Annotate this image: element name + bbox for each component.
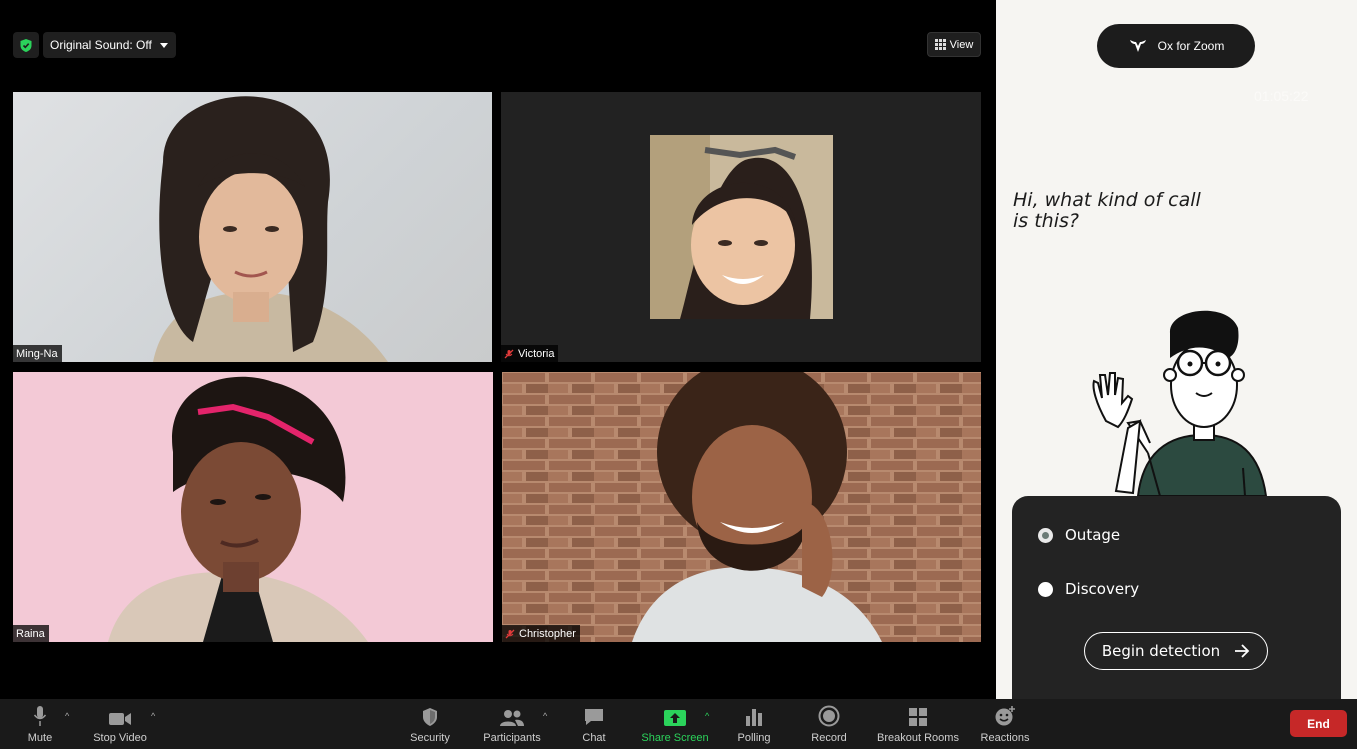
begin-detection-button[interactable]: Begin detection — [1084, 632, 1268, 670]
reactions-button[interactable]: Reactions — [980, 699, 1030, 749]
ox-app-header[interactable]: Ox for Zoom — [1097, 24, 1255, 68]
option-label: Discovery — [1065, 580, 1140, 598]
chevron-down-icon — [159, 42, 168, 48]
ox-logo-icon — [1129, 40, 1146, 52]
chat-label: Chat — [582, 732, 606, 744]
breakout-rooms-button[interactable]: Breakout Rooms — [876, 699, 960, 749]
option-label: Outage — [1065, 526, 1121, 544]
participant-name: Christopher — [519, 628, 576, 640]
meeting-toolbar: Mute ^ Stop Video ^ Security Participant… — [0, 699, 1357, 749]
chevron-up-icon[interactable]: ^ — [705, 711, 709, 721]
view-label: View — [949, 38, 974, 51]
video-camera-icon — [109, 713, 131, 725]
breakout-rooms-icon — [909, 708, 927, 726]
microphone-icon — [33, 706, 47, 726]
participants-label: Participants — [483, 732, 541, 744]
chevron-up-icon[interactable]: ^ — [543, 711, 547, 721]
security-label: Security — [410, 732, 450, 744]
original-sound-toggle[interactable]: Original Sound: Off — [43, 32, 176, 58]
video-stage: Original Sound: Off View Ming-Na Victori… — [0, 0, 996, 699]
radio-unselected-icon[interactable] — [1038, 581, 1053, 597]
begin-detection-label: Begin detection — [1101, 642, 1221, 660]
call-type-card: Outage Discovery Begin detection — [1012, 496, 1341, 706]
mute-button[interactable]: Mute — [20, 699, 60, 749]
participants-button[interactable]: Participants — [480, 699, 544, 749]
participant-name: Raina — [16, 628, 45, 640]
waving-character-illustration — [1092, 310, 1268, 496]
bar-chart-icon — [746, 709, 762, 726]
mic-muted-icon — [504, 349, 514, 359]
participant-name: Victoria — [518, 348, 555, 360]
participant-avatar — [650, 135, 833, 319]
ox-side-panel: Ox for Zoom 01:05:22 Hi, what kind of ca… — [996, 0, 1357, 706]
participant-name-tag: Ming-Na — [13, 345, 62, 362]
video-tile-ming-na[interactable]: Ming-Na — [13, 92, 492, 362]
security-shield-icon[interactable] — [13, 32, 39, 58]
participant-name-tag: Raina — [13, 625, 49, 642]
view-button[interactable]: View — [927, 32, 981, 57]
breakout-rooms-label: Breakout Rooms — [877, 732, 959, 744]
share-screen-icon — [664, 710, 686, 726]
chevron-up-icon[interactable]: ^ — [65, 711, 69, 721]
chat-button[interactable]: Chat — [574, 699, 614, 749]
option-discovery[interactable]: Discovery — [1038, 580, 1139, 598]
share-screen-label: Share Screen — [641, 732, 709, 744]
radio-selected-icon[interactable] — [1038, 527, 1053, 543]
smiley-plus-icon — [995, 706, 1015, 726]
option-outage[interactable]: Outage — [1038, 526, 1120, 544]
participant-video — [502, 372, 981, 642]
polling-label: Polling — [737, 732, 771, 744]
shield-icon — [423, 708, 437, 726]
stop-video-label: Stop Video — [93, 732, 147, 744]
reactions-label: Reactions — [980, 732, 1030, 744]
participant-video — [153, 96, 388, 362]
chevron-up-icon[interactable]: ^ — [151, 711, 155, 721]
grid-icon — [934, 39, 946, 50]
participant-name: Ming-Na — [16, 348, 58, 360]
record-label: Record — [811, 732, 847, 744]
call-type-question: Hi, what kind of call is this? — [1013, 189, 1201, 232]
video-tile-raina[interactable]: Raina — [13, 372, 493, 642]
mic-muted-icon — [505, 629, 515, 639]
security-button[interactable]: Security — [405, 699, 455, 749]
participant-video — [108, 376, 368, 642]
record-icon — [818, 705, 840, 727]
polling-button[interactable]: Polling — [734, 699, 774, 749]
participants-icon — [500, 710, 524, 726]
call-timer: 01:05:22 — [1254, 88, 1309, 104]
end-meeting-button[interactable]: End — [1290, 710, 1347, 737]
participant-name-tag: Victoria — [501, 345, 559, 362]
stop-video-button[interactable]: Stop Video — [88, 699, 152, 749]
video-tile-victoria[interactable]: Victoria — [501, 92, 981, 362]
arrow-right-icon — [1235, 644, 1250, 658]
participant-name-tag: Christopher — [502, 625, 580, 642]
mute-label: Mute — [27, 732, 53, 744]
ox-app-name: Ox for Zoom — [1157, 39, 1225, 53]
video-tile-christopher[interactable]: Christopher — [502, 372, 981, 642]
chat-bubble-icon — [585, 709, 603, 725]
record-button[interactable]: Record — [809, 699, 849, 749]
original-sound-label: Original Sound: Off — [50, 38, 152, 52]
share-screen-button[interactable]: Share Screen — [640, 699, 710, 749]
